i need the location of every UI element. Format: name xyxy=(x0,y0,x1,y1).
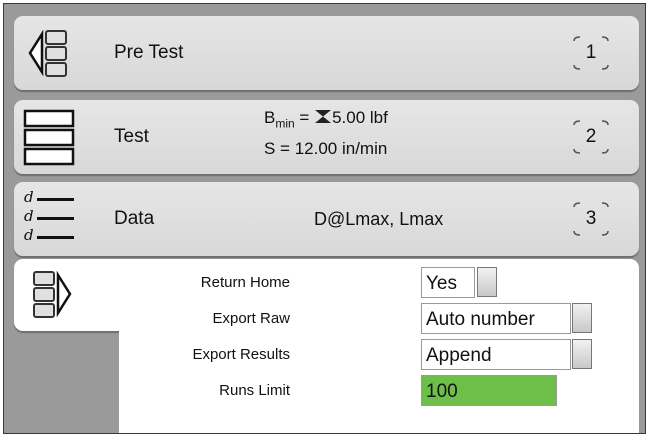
pre-test-label: Pre Test xyxy=(114,42,184,63)
runs-limit-label: Runs Limit xyxy=(219,382,290,399)
hourglass-icon xyxy=(315,110,332,123)
test-icon xyxy=(23,109,75,166)
data-label: Data xyxy=(114,208,155,229)
export-raw-toggle-button[interactable] xyxy=(572,303,592,333)
pre-test-number-badge: 1 xyxy=(568,33,614,73)
test-row[interactable]: Test Bmin = 5.00 lbf S = 12.00 in/min 2 xyxy=(14,100,639,174)
runs-limit-input[interactable]: 100 xyxy=(421,375,557,406)
test-label: Test xyxy=(114,126,149,147)
export-raw-field[interactable]: Auto number xyxy=(421,303,571,334)
return-home-field[interactable]: Yes xyxy=(421,267,475,298)
data-list-icon: d d d xyxy=(22,188,82,249)
post-test-icon xyxy=(33,270,72,318)
post-test-options-panel: Return Home Yes Export Raw Auto number E… xyxy=(119,259,639,433)
bmin-readout: Bmin = 5.00 lbf xyxy=(264,108,388,131)
export-results-toggle-button[interactable] xyxy=(572,339,592,369)
return-home-label: Return Home xyxy=(200,274,290,291)
test-number-badge: 2 xyxy=(568,117,614,157)
return-home-toggle-button[interactable] xyxy=(477,267,497,297)
pre-test-icon xyxy=(28,29,67,77)
export-raw-label: Export Raw xyxy=(212,310,290,327)
pre-test-row[interactable]: Pre Test 1 xyxy=(14,16,639,90)
speed-readout: S = 12.00 in/min xyxy=(264,139,388,158)
data-number-badge: 3 xyxy=(568,199,614,239)
data-results-summary: D@Lmax, Lmax xyxy=(314,209,444,229)
export-results-label: Export Results xyxy=(192,346,290,363)
data-row[interactable]: d d d Data D@Lmax, Lmax 3 xyxy=(14,182,639,256)
test-method-panel: Pre Test 1 Test Bmin = 5.00 lbf S = 12.0… xyxy=(3,3,646,434)
export-results-field[interactable]: Append xyxy=(421,339,571,370)
